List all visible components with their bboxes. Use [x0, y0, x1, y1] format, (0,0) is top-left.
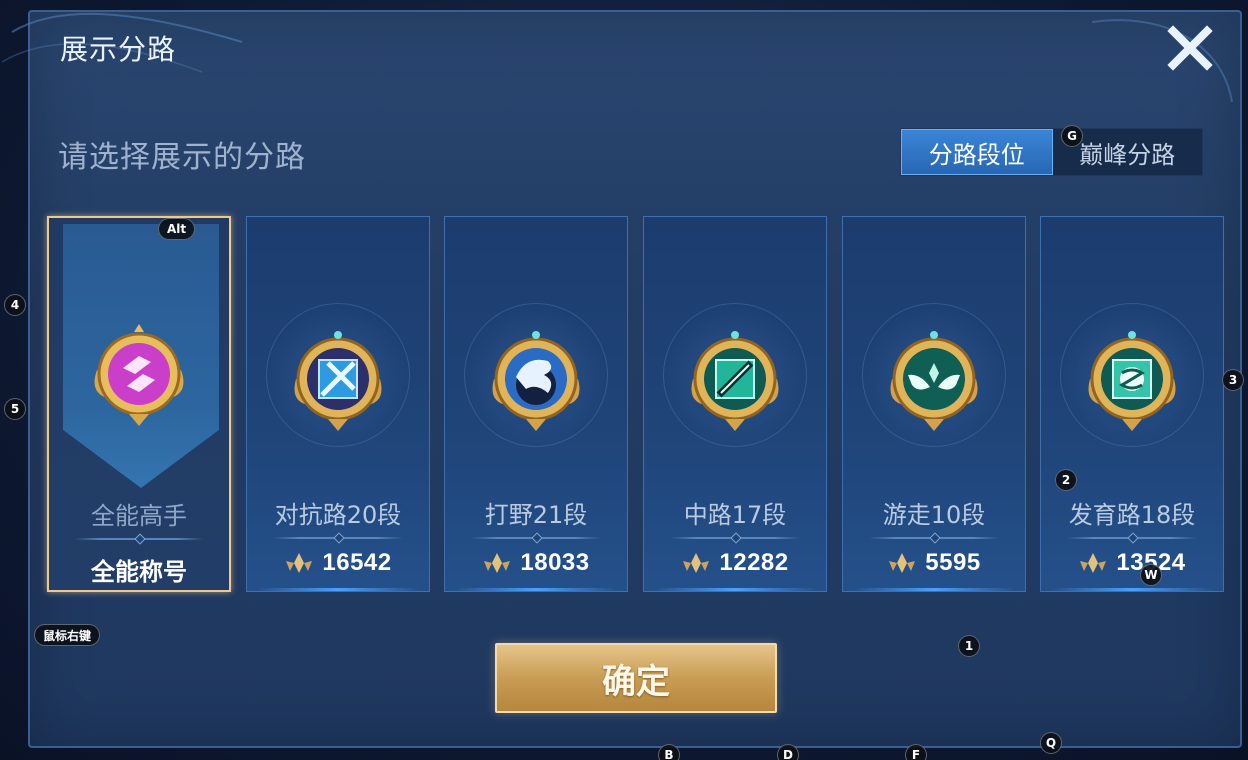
- card-bottom-glow: [654, 588, 816, 591]
- key-hint-q: Q: [1040, 732, 1062, 754]
- lane-card-all-round[interactable]: 全能高手 全能称号: [47, 216, 231, 592]
- key-hint-g: G: [1061, 125, 1083, 147]
- card-divider: [1067, 537, 1197, 539]
- farm-lane-icon: [1088, 331, 1176, 431]
- score-row: 5595: [843, 549, 1025, 577]
- key-hint-1: 1: [958, 635, 980, 657]
- key-hint-2: 2: [1055, 469, 1077, 491]
- lane-name: 游走10段: [882, 501, 986, 529]
- prompt-text: 请选择展示的分路: [58, 140, 306, 175]
- lane-card-mid[interactable]: 中路17段 12282: [643, 216, 827, 592]
- jungle-dragon-icon: [492, 331, 580, 431]
- all-round-icon: [94, 324, 184, 426]
- lane-name: 发育路18段: [1068, 501, 1196, 529]
- key-hint-3: 3: [1222, 369, 1244, 391]
- tab-group: 分路段位 巅峰分路: [900, 128, 1203, 176]
- peak-points-icon: [889, 553, 916, 573]
- key-hint-b: B: [658, 744, 680, 760]
- score-value: 16542: [322, 549, 392, 576]
- lane-card-jungle[interactable]: 打野21段 18033: [444, 216, 628, 592]
- card-divider: [75, 538, 203, 540]
- card-divider: [670, 537, 800, 539]
- card-bottom-glow: [853, 588, 1015, 591]
- lane-name: 全能高手: [91, 502, 187, 530]
- lane-card-clash[interactable]: 对抗路20段 16542: [246, 216, 430, 592]
- lane-name: 打野21段: [484, 501, 588, 529]
- card-divider: [869, 537, 999, 539]
- lane-card-farm[interactable]: 发育路18段 13524: [1040, 216, 1224, 592]
- lane-name: 中路17段: [683, 501, 787, 529]
- title-label: 全能称号: [91, 558, 187, 586]
- peak-points-icon: [683, 553, 710, 573]
- score-row: 12282: [644, 549, 826, 577]
- score-row: 16542: [247, 549, 429, 577]
- key-hint-f: F: [905, 744, 927, 760]
- score-value: 18033: [520, 549, 590, 576]
- card-bottom-glow: [257, 588, 419, 591]
- card-bottom-glow: [455, 588, 617, 591]
- mid-lane-icon: [691, 331, 779, 431]
- score-row: 18033: [445, 549, 627, 577]
- peak-points-icon: [286, 553, 313, 573]
- key-hint-5: 5: [4, 398, 26, 420]
- score-row: 13524: [1041, 549, 1223, 577]
- key-hint-w: W: [1140, 564, 1162, 586]
- tab-lane-rank[interactable]: 分路段位: [901, 129, 1053, 175]
- dialog-title: 展示分路: [60, 33, 177, 66]
- key-hint-alt: Alt: [158, 218, 196, 240]
- peak-points-icon: [484, 553, 511, 573]
- close-x-icon: [1167, 25, 1213, 71]
- confirm-button[interactable]: 确定: [495, 643, 777, 713]
- card-divider: [273, 537, 403, 539]
- lane-name: 对抗路20段: [274, 501, 402, 529]
- key-hint-d: D: [777, 744, 799, 760]
- card-bottom-glow: [1051, 588, 1213, 591]
- score-value: 5595: [925, 549, 981, 576]
- score-value: 12282: [719, 549, 789, 576]
- clash-lane-icon: [294, 331, 382, 431]
- lane-card-roam[interactable]: 游走10段 5595: [842, 216, 1026, 592]
- roam-wings-icon: [890, 331, 978, 431]
- peak-points-icon: [1080, 553, 1107, 573]
- key-hint-right-click: 鼠标右键: [34, 624, 101, 646]
- close-button[interactable]: [1162, 22, 1218, 74]
- card-divider: [471, 537, 601, 539]
- key-hint-4: 4: [4, 294, 26, 316]
